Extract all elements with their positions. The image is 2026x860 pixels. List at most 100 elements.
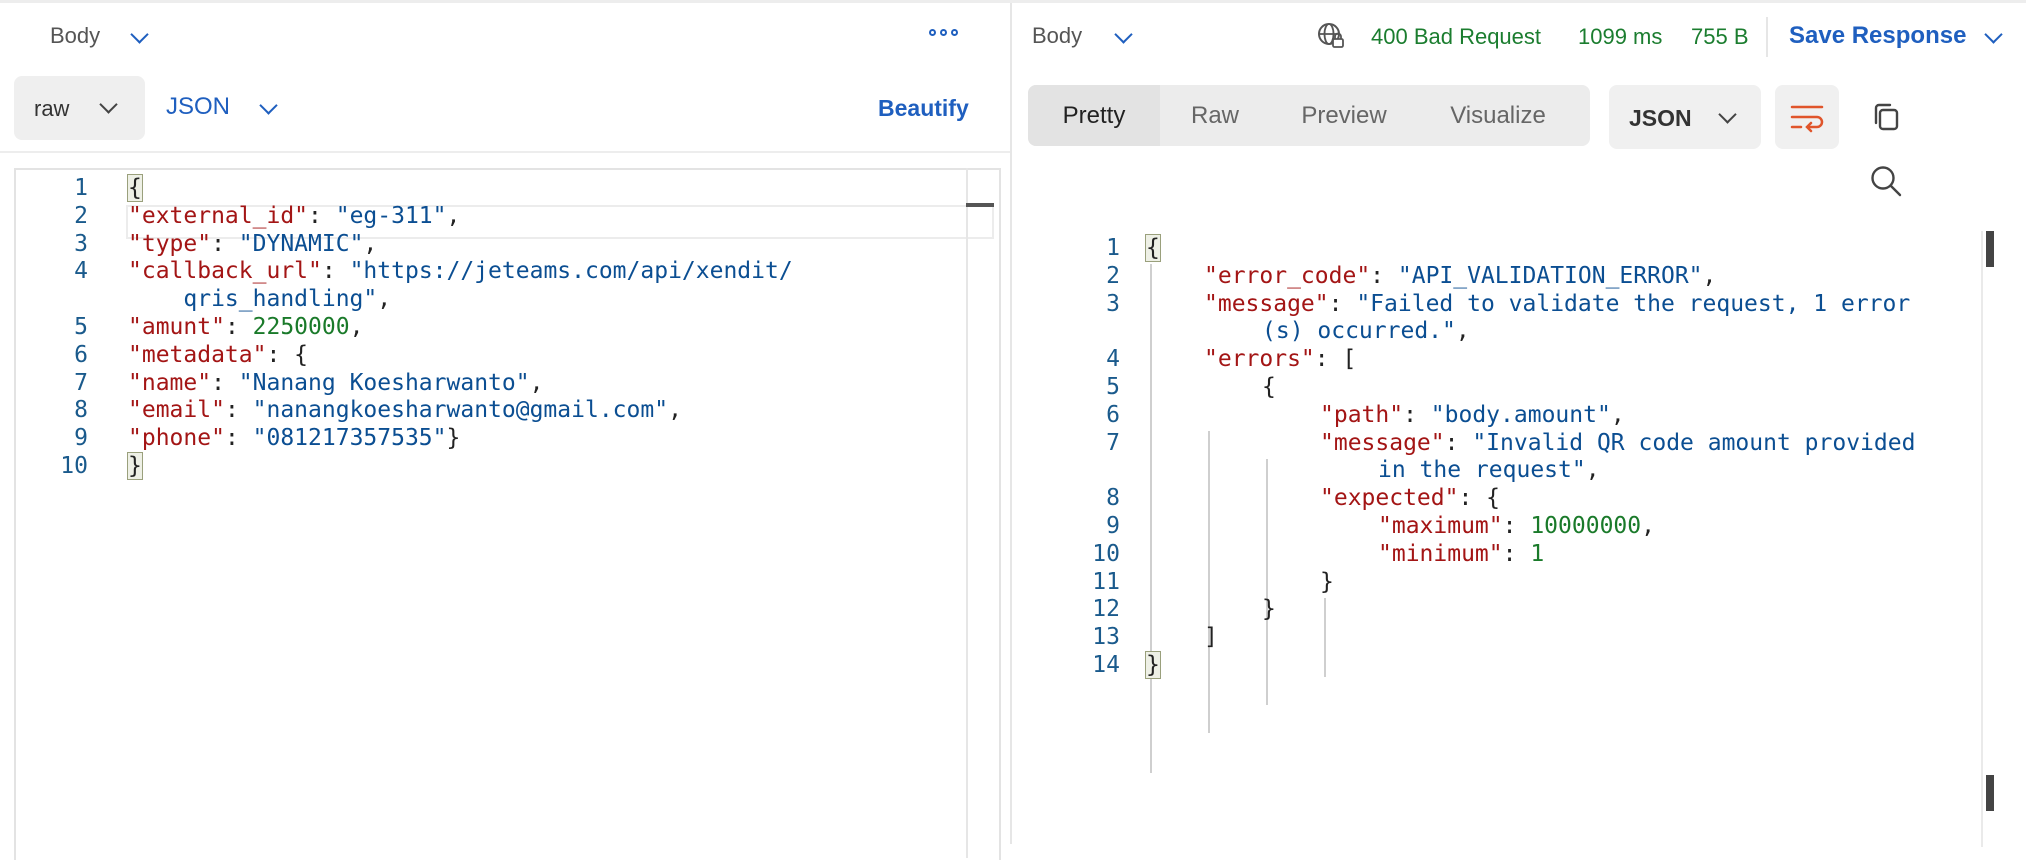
code-token: "nanangkoesharwanto@gmail.com": [252, 397, 669, 424]
more-horizontal-icon[interactable]: [929, 29, 961, 43]
editor-scroll-marker: [966, 203, 994, 207]
code-line[interactable]: "message": "Failed to validate the reque…: [1204, 291, 1910, 317]
request-body-label[interactable]: Body: [50, 23, 100, 49]
search-icon[interactable]: [1869, 164, 1903, 198]
response-scrollbar-track[interactable]: [1981, 231, 1983, 847]
code-line[interactable]: }: [1320, 569, 1334, 595]
code-token: "API_VALIDATION_ERROR": [1397, 262, 1703, 289]
chevron-down-icon[interactable]: [130, 25, 149, 44]
code-line[interactable]: "phone": "081217357535"}: [128, 425, 460, 451]
code-token: : [: [1314, 346, 1357, 373]
code-token: "callback_url": [128, 258, 322, 285]
tab-pretty[interactable]: Pretty: [1028, 85, 1160, 146]
editor-scrollbar-track[interactable]: [966, 168, 968, 858]
code-token: "message": [1204, 290, 1329, 317]
line-number: 2: [74, 202, 88, 229]
code-line[interactable]: "name": "Nanang Koesharwanto",: [128, 370, 543, 396]
code-token: "expected": [1320, 485, 1459, 512]
code-token: qris_handling": [128, 286, 378, 313]
code-line[interactable]: "email": "nanangkoesharwanto@gmail.com",: [128, 397, 682, 423]
code-line[interactable]: "error_code": "API_VALIDATION_ERROR",: [1204, 263, 1716, 289]
code-line[interactable]: {: [1262, 374, 1276, 400]
code-token: }: [1320, 568, 1334, 595]
code-line[interactable]: "expected": {: [1320, 485, 1500, 511]
code-token: :: [321, 258, 350, 285]
status-code[interactable]: 400 Bad Request: [1371, 24, 1541, 50]
tab-preview[interactable]: Preview: [1270, 85, 1418, 146]
chevron-down-icon[interactable]: [1984, 25, 2003, 44]
code-token: ,: [1585, 457, 1600, 484]
code-token: 2250000: [252, 314, 350, 340]
code-line[interactable]: "minimum": 1: [1378, 541, 1544, 567]
code-line[interactable]: "errors": [: [1204, 346, 1356, 372]
response-body-label[interactable]: Body: [1032, 23, 1082, 49]
code-token: "https://jeteams.com/api/xendit/: [349, 258, 793, 285]
code-token: }: [1145, 651, 1161, 679]
copy-icon[interactable]: [1870, 101, 1902, 133]
line-number: 13: [1092, 624, 1120, 651]
code-line[interactable]: "message": "Invalid QR code amount provi…: [1320, 430, 1915, 456]
chevron-down-icon: [99, 95, 118, 114]
code-line[interactable]: "maximum": 10000000,: [1378, 513, 1655, 539]
line-number: 9: [74, 425, 88, 452]
code-token: :: [224, 397, 253, 424]
response-format-select[interactable]: JSON: [1609, 85, 1761, 149]
code-line[interactable]: qris_handling",: [128, 286, 391, 312]
code-line[interactable]: "external_id": "eg-311",: [128, 203, 460, 229]
line-number: 2: [1106, 262, 1120, 289]
line-number: 6: [1106, 401, 1120, 428]
code-line[interactable]: ]: [1204, 624, 1218, 650]
code-line[interactable]: "type": "DYNAMIC",: [128, 231, 377, 257]
code-line[interactable]: }: [1145, 651, 1161, 679]
code-token: ,: [1455, 318, 1470, 345]
line-number: 8: [1106, 485, 1120, 512]
code-line[interactable]: in the request",: [1378, 457, 1600, 483]
tab-raw[interactable]: Raw: [1160, 85, 1270, 146]
code-token: :: [211, 369, 239, 396]
response-time[interactable]: 1099 ms: [1578, 24, 1662, 50]
code-token: :: [1403, 401, 1431, 428]
code-token: :: [1444, 429, 1473, 456]
response-format-value: JSON: [1629, 105, 1692, 131]
code-line[interactable]: }: [127, 452, 143, 480]
code-token: : {: [266, 341, 309, 368]
indent-guide: [1208, 431, 1210, 733]
wrap-lines-icon: [1790, 105, 1824, 133]
code-token: :: [211, 230, 239, 257]
code-token: ,: [349, 314, 364, 340]
beautify-button[interactable]: Beautify: [878, 95, 969, 122]
indent-guide: [1324, 598, 1326, 677]
line-number: 6: [74, 341, 88, 368]
save-response-button[interactable]: Save Response: [1789, 22, 1966, 50]
tab-visualize[interactable]: Visualize: [1418, 85, 1578, 146]
code-token: "external_id": [128, 202, 309, 229]
code-line[interactable]: "path": "body.amount",: [1320, 402, 1625, 428]
response-size[interactable]: 755 B: [1691, 24, 1749, 50]
code-line[interactable]: (s) occurred.",: [1262, 318, 1470, 344]
code-token: : {: [1458, 485, 1501, 512]
code-token: "errors": [1204, 346, 1315, 373]
code-line[interactable]: "metadata": {: [128, 342, 308, 368]
code-line[interactable]: {: [127, 174, 143, 202]
chevron-down-icon[interactable]: [259, 96, 278, 115]
wrap-lines-button[interactable]: [1775, 85, 1839, 149]
code-token: "081217357535": [252, 425, 447, 452]
line-number: 4: [74, 258, 88, 285]
code-token: "Failed to validate the request, 1 error: [1356, 290, 1911, 317]
chevron-down-icon[interactable]: [1114, 25, 1133, 44]
globe-lock-icon[interactable]: [1317, 22, 1345, 50]
code-token: ,: [1610, 401, 1625, 428]
code-token: :: [308, 202, 336, 229]
code-token: :: [1502, 513, 1531, 539]
code-line[interactable]: }: [1262, 596, 1276, 622]
code-token: :: [1328, 290, 1357, 317]
body-format-select[interactable]: JSON: [166, 93, 230, 121]
code-line[interactable]: "callback_url": "https://jeteams.com/api…: [128, 258, 793, 284]
body-mode-value: raw: [34, 96, 70, 121]
line-number: 3: [74, 230, 88, 257]
line-number: 7: [74, 369, 88, 396]
body-mode-select[interactable]: raw: [14, 76, 145, 140]
code-line[interactable]: {: [1145, 234, 1161, 262]
code-line[interactable]: "amunt": 2250000,: [128, 314, 363, 340]
divider: [1766, 17, 1768, 57]
